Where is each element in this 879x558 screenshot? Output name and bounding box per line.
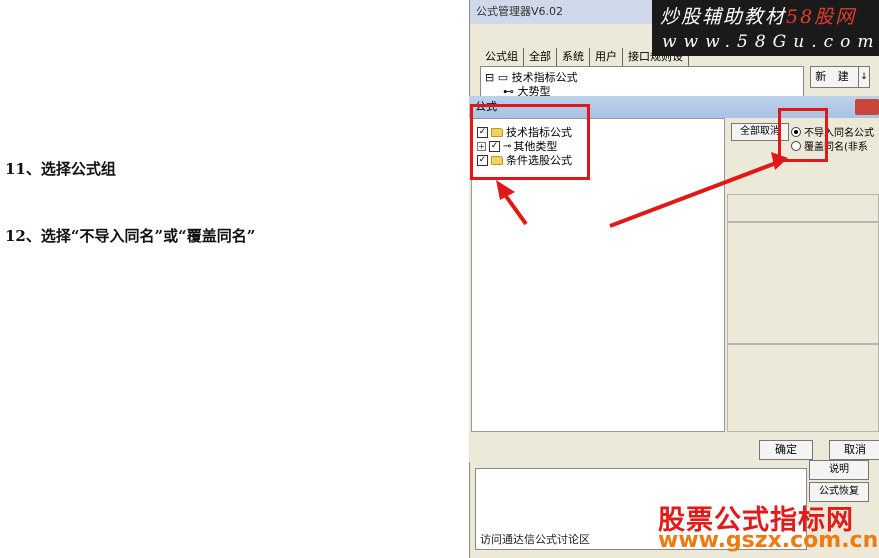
arrow-to-tree — [501, 190, 528, 226]
annotation-arrows — [496, 152, 788, 228]
arrowhead-icon — [496, 180, 515, 200]
arrowhead-icon — [771, 152, 788, 170]
arrow-to-options — [609, 161, 777, 228]
